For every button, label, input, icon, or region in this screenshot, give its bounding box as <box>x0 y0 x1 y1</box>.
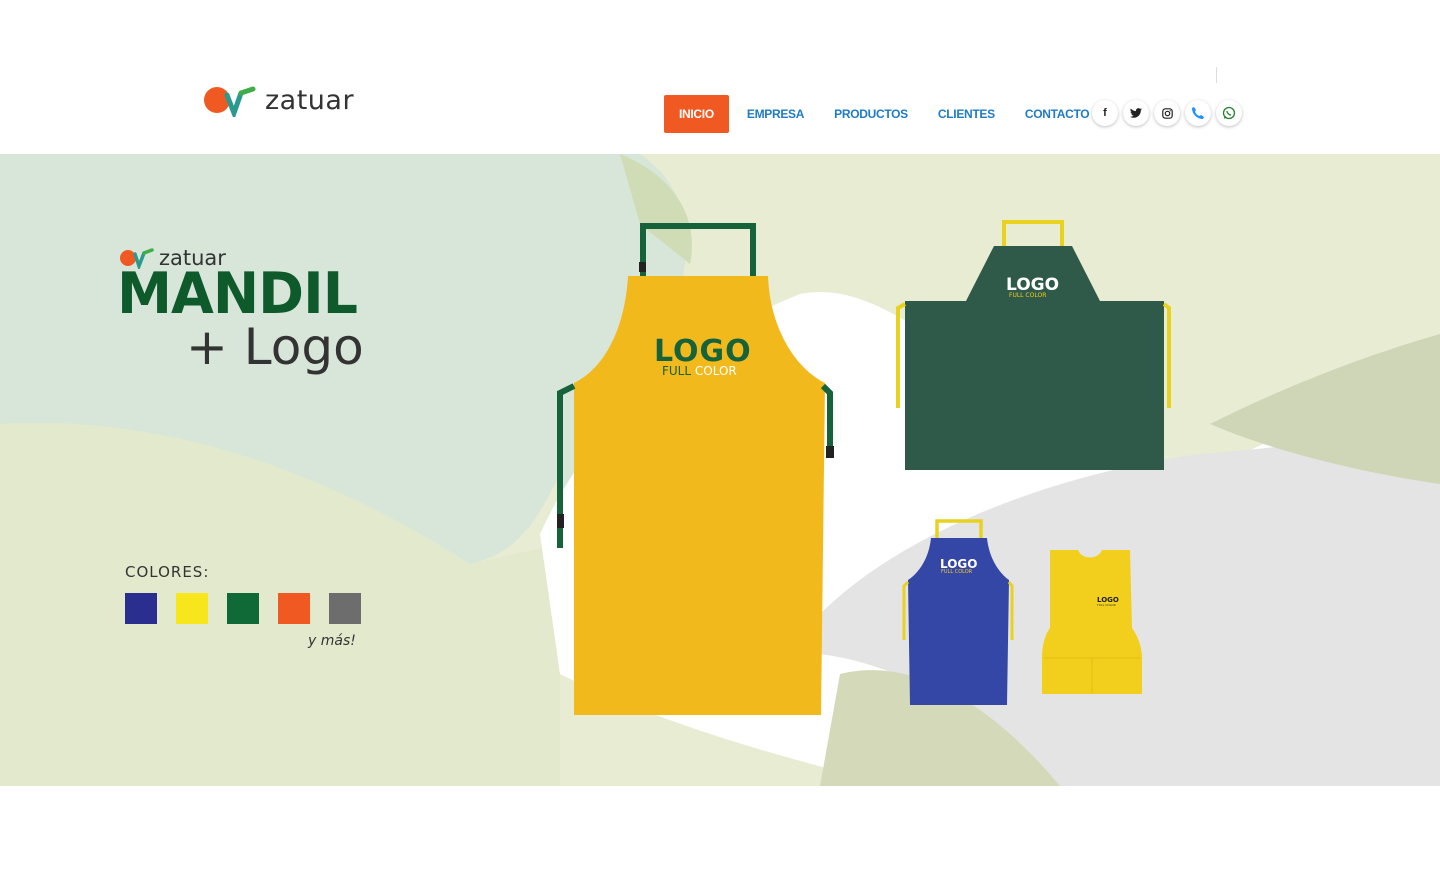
twitter-icon[interactable] <box>1123 100 1149 126</box>
brand-name: zatuar <box>265 84 355 116</box>
banner-subtitle: + Logo <box>186 318 364 376</box>
main-nav: INICIO EMPRESA PRODUCTOS CLIENTES CONTAC… <box>664 95 1104 133</box>
instagram-icon[interactable] <box>1154 100 1180 126</box>
page-footer-area <box>0 786 1440 875</box>
social-links: f <box>1092 100 1247 126</box>
blue-apron-image <box>902 519 1014 705</box>
swatch-yellow <box>176 593 208 624</box>
nav-productos[interactable]: PRODUCTOS <box>819 95 923 133</box>
nav-inicio[interactable]: INICIO <box>664 95 729 133</box>
site-header: zatuar INICIO EMPRESA PRODUCTOS CLIENTES… <box>0 0 1440 154</box>
nav-clientes[interactable]: CLIENTES <box>923 95 1010 133</box>
swatch-orange <box>278 593 310 624</box>
phone-icon[interactable] <box>1185 100 1211 126</box>
divider <box>1216 67 1217 83</box>
brand-logo[interactable]: zatuar <box>203 82 354 118</box>
nav-contacto[interactable]: CONTACTO <box>1010 95 1105 133</box>
nav-empresa[interactable]: EMPRESA <box>732 95 819 133</box>
yellow-bib-logo-sub: FULL COLOR <box>1097 603 1116 607</box>
whatsapp-icon[interactable] <box>1216 100 1242 126</box>
yellow-apron-image <box>557 223 834 715</box>
blue-apron-logo-sub: FULL COLOR <box>941 569 973 575</box>
swatch-green <box>227 593 259 624</box>
zatuar-logo-icon <box>204 86 256 117</box>
colors-label: COLORES: <box>125 563 210 581</box>
swatch-blue <box>125 593 157 624</box>
yellow-apron-logo-sub: FULL COLOR <box>662 364 737 378</box>
green-apron-logo-sub: FULL COLOR <box>1009 292 1047 299</box>
color-swatches <box>125 593 380 624</box>
hero-banner: zatuar MANDIL + Logo COLORES: y más! LOG… <box>0 154 1440 786</box>
facebook-icon[interactable]: f <box>1092 100 1118 126</box>
yellow-bib-image <box>1042 550 1142 694</box>
green-apron-image <box>896 220 1171 470</box>
swatch-gray <box>329 593 361 624</box>
more-colors-note: y más! <box>308 633 356 649</box>
